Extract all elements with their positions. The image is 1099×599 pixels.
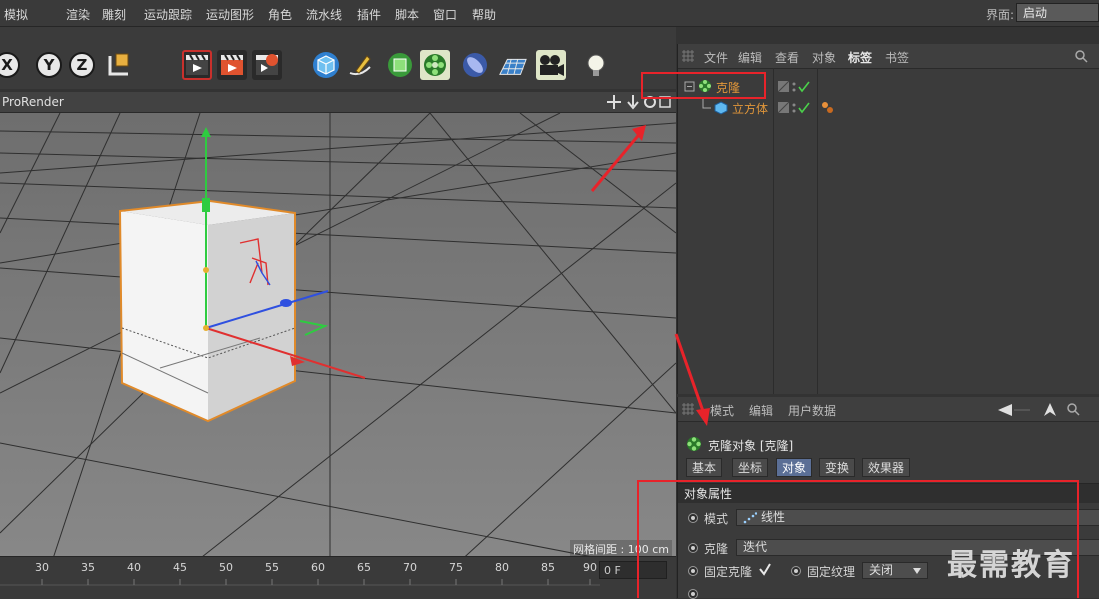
menu-sculpt[interactable]: 雕刻 [102,6,126,23]
clapper-render-icon [186,54,208,75]
timeline-ruler [0,579,600,586]
material-tag-icon[interactable] [820,100,836,116]
search-icon[interactable] [1074,49,1088,63]
om-menu-file[interactable]: 文件 [704,49,728,66]
tree-branch-icon [702,99,711,109]
menu-bar: 模拟 渲染 雕刻 运动跟踪 运动图形 角色 流水线 插件 脚本 窗口 帮助 界面… [0,0,1099,27]
tab-transform[interactable]: 变换 [819,458,856,477]
floor-grid-icon [499,58,527,75]
object-visibility-toggles[interactable] [778,101,812,115]
attribute-object-title: 克隆对象 [克隆] [708,439,794,453]
timeline-tick: 80 [495,561,509,574]
am-menu-user-data[interactable]: 用户数据 [788,402,836,419]
object-name-cube[interactable]: 立方体 [732,100,768,117]
timeline-tick: 55 [265,561,279,574]
menu-plugins[interactable]: 插件 [357,6,381,23]
om-menu-tags[interactable]: 标签 [848,49,872,66]
tab-effectors[interactable]: 效果器 [862,458,911,477]
timeline-tick: 90 [583,561,597,574]
timeline-tick: 35 [81,561,95,574]
menu-help[interactable]: 帮助 [472,6,496,23]
timeline-tick: 65 [357,561,371,574]
object-row-cube[interactable]: 立方体 [678,99,1099,117]
coordinate-system-icon [108,53,129,76]
cube-button[interactable] [311,50,341,80]
tab-coordinates[interactable]: 坐标 [732,458,769,477]
light-button[interactable] [581,50,611,80]
timeline-tick: 75 [449,561,463,574]
timeline-tick: 60 [311,561,325,574]
interface-label: 界面: [986,8,1015,22]
menu-character[interactable]: 角色 [268,6,292,23]
timeline-tick: 30 [35,561,49,574]
tab-basic[interactable]: 基本 [686,458,723,477]
subdivision-icon [388,53,412,77]
timeline-tick: 70 [403,561,417,574]
bend-deformer-icon [463,53,487,77]
annotation-arrow-down [674,333,710,426]
cloner-button[interactable] [420,50,450,80]
menu-window[interactable]: 窗口 [433,6,457,23]
menu-mograph[interactable]: 运动图形 [206,6,254,23]
y-axis-lock-button[interactable]: Y [36,52,62,78]
om-menu-bookmarks[interactable]: 书签 [885,49,909,66]
subdivision-surface-button[interactable] [385,50,415,80]
timeline-tick: 50 [219,561,233,574]
cloner-icon [424,54,446,76]
clapper-settings-icon [256,54,278,75]
menu-motion-tracking[interactable]: 运动跟踪 [144,6,192,23]
viewport-title: ProRender [2,95,64,109]
object-manager-menu: 文件 编辑 查看 对象 标签 书签 [678,44,1099,69]
floor-button[interactable] [498,50,528,80]
3d-viewport[interactable]: 网格间距 : 100 cm [0,113,676,598]
am-menu-edit[interactable]: 编辑 [749,402,773,419]
annotation-box-cloner [641,72,766,99]
panel-grip-icon[interactable] [682,50,694,62]
om-menu-edit[interactable]: 编辑 [738,49,762,66]
history-navigation-icons[interactable] [996,402,1096,418]
light-bulb-icon [587,54,605,76]
camera-icon [540,55,564,76]
z-axis-lock-button[interactable]: Z [69,52,95,78]
pen-tool-button[interactable] [345,50,375,80]
deformer-button[interactable] [460,50,490,80]
pen-icon [349,55,371,76]
cube-icon [714,101,728,115]
render-settings-button[interactable] [252,50,282,80]
object-visibility-toggles[interactable] [778,80,812,94]
cloner-icon [687,437,701,451]
timeline-tick: 85 [541,561,555,574]
render-view-button[interactable] [182,50,212,80]
om-menu-objects[interactable]: 对象 [812,49,836,66]
tab-object[interactable]: 对象 [776,458,813,477]
om-menu-view[interactable]: 查看 [775,49,799,66]
menu-pipeline[interactable]: 流水线 [306,6,342,23]
interface-select[interactable]: 启动 [1016,3,1099,22]
timeline-tick: 40 [127,561,141,574]
coordinate-system-button[interactable] [104,50,134,80]
viewport-header: ProRender [0,92,676,113]
timeline-tick: 45 [173,561,187,574]
camera-button[interactable] [536,50,566,80]
cube-object [118,199,296,423]
viewport-scene [0,113,676,598]
render-picture-viewer-button[interactable] [217,50,247,80]
watermark: 最需教育 [947,548,1075,583]
attribute-manager-menu: 模式 编辑 用户数据 [678,397,1099,422]
timeline[interactable]: 30 35 40 45 50 55 60 65 70 75 80 85 90 0… [0,556,676,599]
menu-script[interactable]: 脚本 [395,6,419,23]
menu-render[interactable]: 渲染 [66,6,90,23]
menu-simulate[interactable]: 模拟 [4,6,28,23]
clapper-picture-viewer-icon [221,54,243,75]
cube-icon [313,52,339,78]
